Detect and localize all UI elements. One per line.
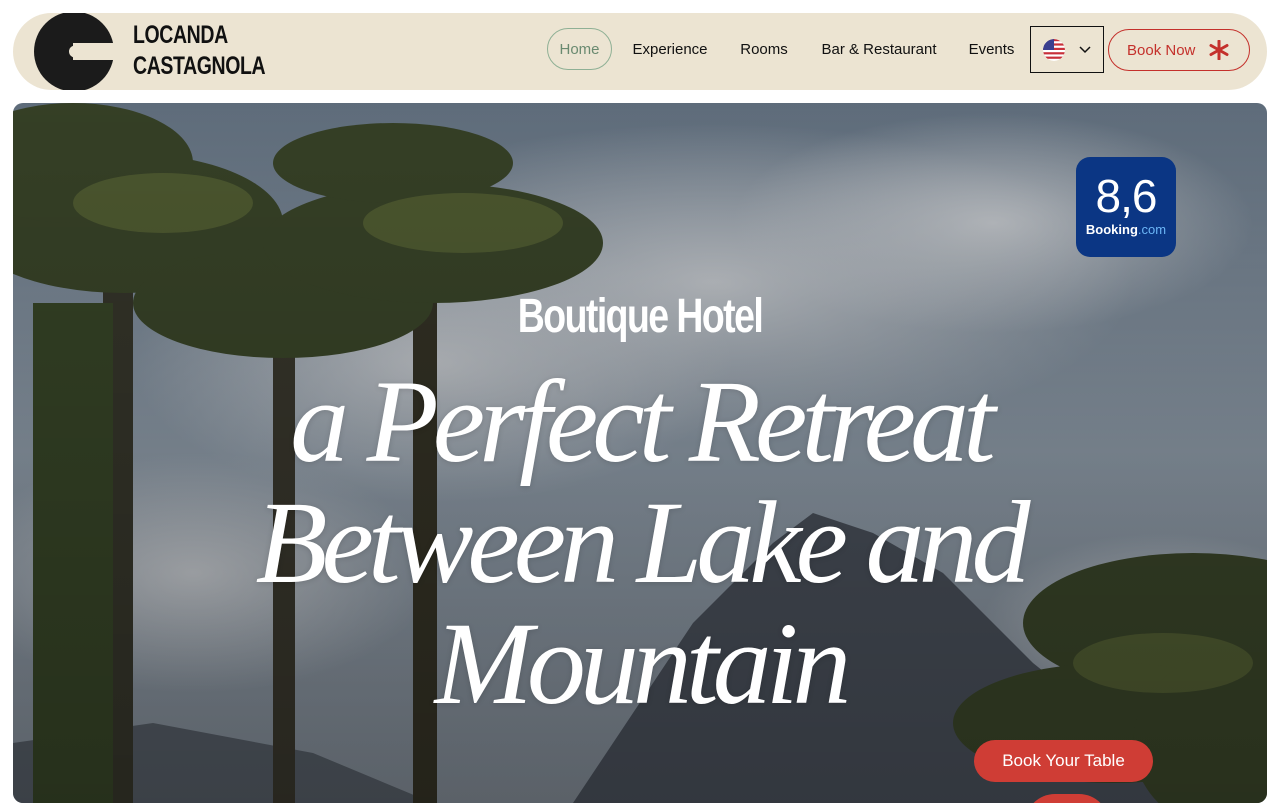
headline-line-1: a Perfect Retreat (290, 356, 996, 487)
brand-line-1: LOCANDA (133, 21, 228, 49)
brand-wordmark[interactable]: LOCANDA CASTAGNOLA (133, 20, 266, 82)
brand-line-2: CASTAGNOLA (133, 52, 266, 80)
nav-events[interactable]: Events (963, 28, 1020, 70)
booking-rating-badge[interactable]: 8,6 Booking.com (1076, 157, 1176, 257)
us-flag-icon (1043, 38, 1065, 61)
hero-section: 8,6 Booking.com Boutique Hotel a Perfect… (13, 103, 1267, 803)
booking-logo: Booking.com (1076, 222, 1176, 237)
nav-experience[interactable]: Experience (625, 28, 715, 70)
headline-line-3: Mountain (434, 598, 852, 729)
logo-icon[interactable] (33, 13, 115, 90)
hero-headline: a Perfect Retreat Between Lake and Mount… (13, 361, 1267, 724)
book-now-label: Book Now (1127, 41, 1196, 59)
book-your-table-button[interactable]: Book Your Table (974, 740, 1153, 782)
rating-score: 8,6 (1095, 170, 1158, 222)
hero-subtitle: Boutique Hotel (517, 290, 764, 343)
book-now-button[interactable]: Book Now (1108, 29, 1250, 71)
booking-brand-main: Booking (1085, 222, 1138, 237)
nav-home[interactable]: Home (547, 28, 612, 70)
nav-bar-restaurant[interactable]: Bar & Restaurant (813, 28, 945, 70)
nav-rooms[interactable]: Rooms (731, 28, 797, 70)
headline-line-2: Between Lake and (255, 477, 1030, 608)
language-selector[interactable] (1030, 26, 1104, 73)
site-header: LOCANDA CASTAGNOLA Home Experience Rooms… (13, 13, 1267, 90)
chevron-down-icon (1079, 45, 1091, 53)
asterisk-icon (1209, 40, 1229, 60)
booking-brand-suffix: .com (1137, 222, 1167, 237)
